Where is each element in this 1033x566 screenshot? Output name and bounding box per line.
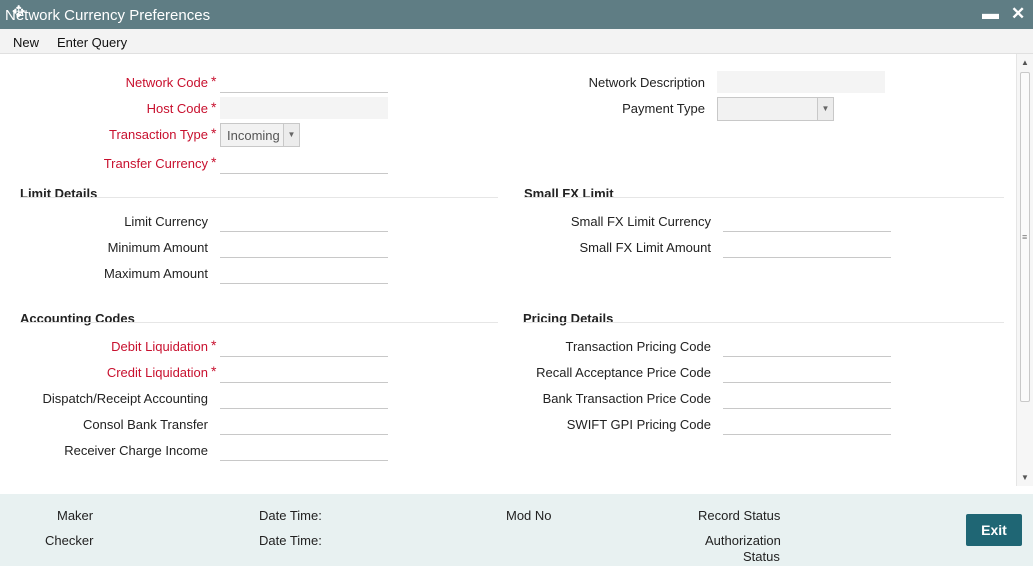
required-marker: * [211,154,217,170]
transaction-type-label: Transaction Type [109,127,208,142]
dispatch-receipt-input[interactable] [220,387,388,409]
maker-date-time-label: Date Time: [259,508,322,523]
limit-currency-input[interactable] [220,210,388,232]
debit-liquidation-label: Debit Liquidation [111,339,208,354]
network-code-input[interactable] [220,71,388,93]
small-fx-limit-heading: Small FX Limit [524,186,614,201]
maximum-amount-label: Maximum Amount [103,266,208,281]
host-code-input [220,97,388,119]
swift-gpi-pricing-code-label: SWIFT GPI Pricing Code [566,417,711,432]
recall-acceptance-price-code-label: Recall Acceptance Price Code [536,365,711,380]
dispatch-receipt-label: Dispatch/Receipt Accounting [42,391,208,406]
required-marker: * [211,125,217,141]
small-fx-limit-amount-label: Small FX Limit Amount [579,240,712,255]
credit-liquidation-label: Credit Liquidation [106,365,208,380]
required-marker: * [211,337,217,353]
transaction-type-value: Incoming [227,128,280,143]
menu-enter-query[interactable]: Enter Query [57,35,127,50]
small-fx-limit-currency-label: Small FX Limit Currency [570,214,711,229]
host-code-label: Host Code [146,101,208,116]
scroll-up-icon[interactable]: ▲ [1021,58,1029,67]
accounting-codes-heading: Accounting Codes [20,311,135,326]
transfer-currency-input[interactable] [220,152,388,174]
limit-currency-label: Limit Currency [124,214,208,229]
form-content: Network Code * Host Code * Transaction T… [0,54,1016,486]
record-status-label: Record Status [698,508,781,523]
close-button[interactable]: ✕ [1011,4,1025,24]
receiver-charge-income-label: Receiver Charge Income [64,443,208,458]
section-divider [20,322,498,323]
chevron-down-icon: ▼ [283,124,299,146]
bank-transaction-price-code-input[interactable] [723,387,891,409]
audit-footer: Maker Checker Date Time: Date Time: Mod … [0,494,1033,566]
mod-no-label: Mod No [506,508,552,523]
small-fx-limit-amount-input[interactable] [723,236,891,258]
section-divider [523,322,1004,323]
section-divider [20,197,498,198]
section-divider [524,197,1004,198]
receiver-charge-income-input[interactable] [220,439,388,461]
transaction-pricing-code-label: Transaction Pricing Code [565,339,711,354]
recall-acceptance-price-code-input[interactable] [723,361,891,383]
required-marker: * [211,363,217,379]
transaction-pricing-code-input[interactable] [723,335,891,357]
limit-details-heading: Limit Details [20,186,98,201]
small-fx-limit-currency-input[interactable] [723,210,891,232]
chevron-down-icon: ▼ [817,98,833,120]
menu-new[interactable]: New [13,35,39,50]
authorization-status-label-line1: Authorization [705,533,781,548]
vertical-scrollbar[interactable]: ▲ ≡ ▼ [1016,54,1033,486]
minimum-amount-input[interactable] [220,236,388,258]
pricing-details-heading: Pricing Details [523,311,614,326]
maximum-amount-input[interactable] [220,262,388,284]
checker-label: Checker [45,533,94,548]
window-titlebar: Network Currency Preferences ✥ ▬ ✕ [0,0,1033,29]
bank-transaction-price-code-label: Bank Transaction Price Code [542,391,711,406]
required-marker: * [211,99,217,115]
checker-date-time-label: Date Time: [259,533,322,548]
minimize-button[interactable]: ▬ [982,4,999,24]
maker-label: Maker [57,508,94,523]
consol-bank-transfer-label: Consol Bank Transfer [82,417,208,432]
credit-liquidation-input[interactable] [220,361,388,383]
swift-gpi-pricing-code-input[interactable] [723,413,891,435]
payment-type-label: Payment Type [622,101,705,116]
minimum-amount-label: Minimum Amount [107,240,208,255]
network-description-label: Network Description [588,75,705,90]
payment-type-select[interactable]: ▼ [717,97,834,121]
network-description-input [717,71,885,93]
exit-button[interactable]: Exit [966,514,1022,546]
transaction-type-select[interactable]: Incoming ▼ [220,123,300,147]
authorization-status-label-line2: Status [743,549,780,564]
debit-liquidation-input[interactable] [220,335,388,357]
scroll-down-icon[interactable]: ▼ [1021,473,1029,482]
move-cursor-icon: ✥ [12,4,26,21]
consol-bank-transfer-input[interactable] [220,413,388,435]
required-marker: * [211,73,217,89]
transfer-currency-label: Transfer Currency [103,156,208,171]
window-title: Network Currency Preferences [5,7,211,24]
menu-bar: New Enter Query [0,29,1033,54]
grip-icon: ≡ [1022,232,1028,242]
network-code-label: Network Code [125,75,208,90]
